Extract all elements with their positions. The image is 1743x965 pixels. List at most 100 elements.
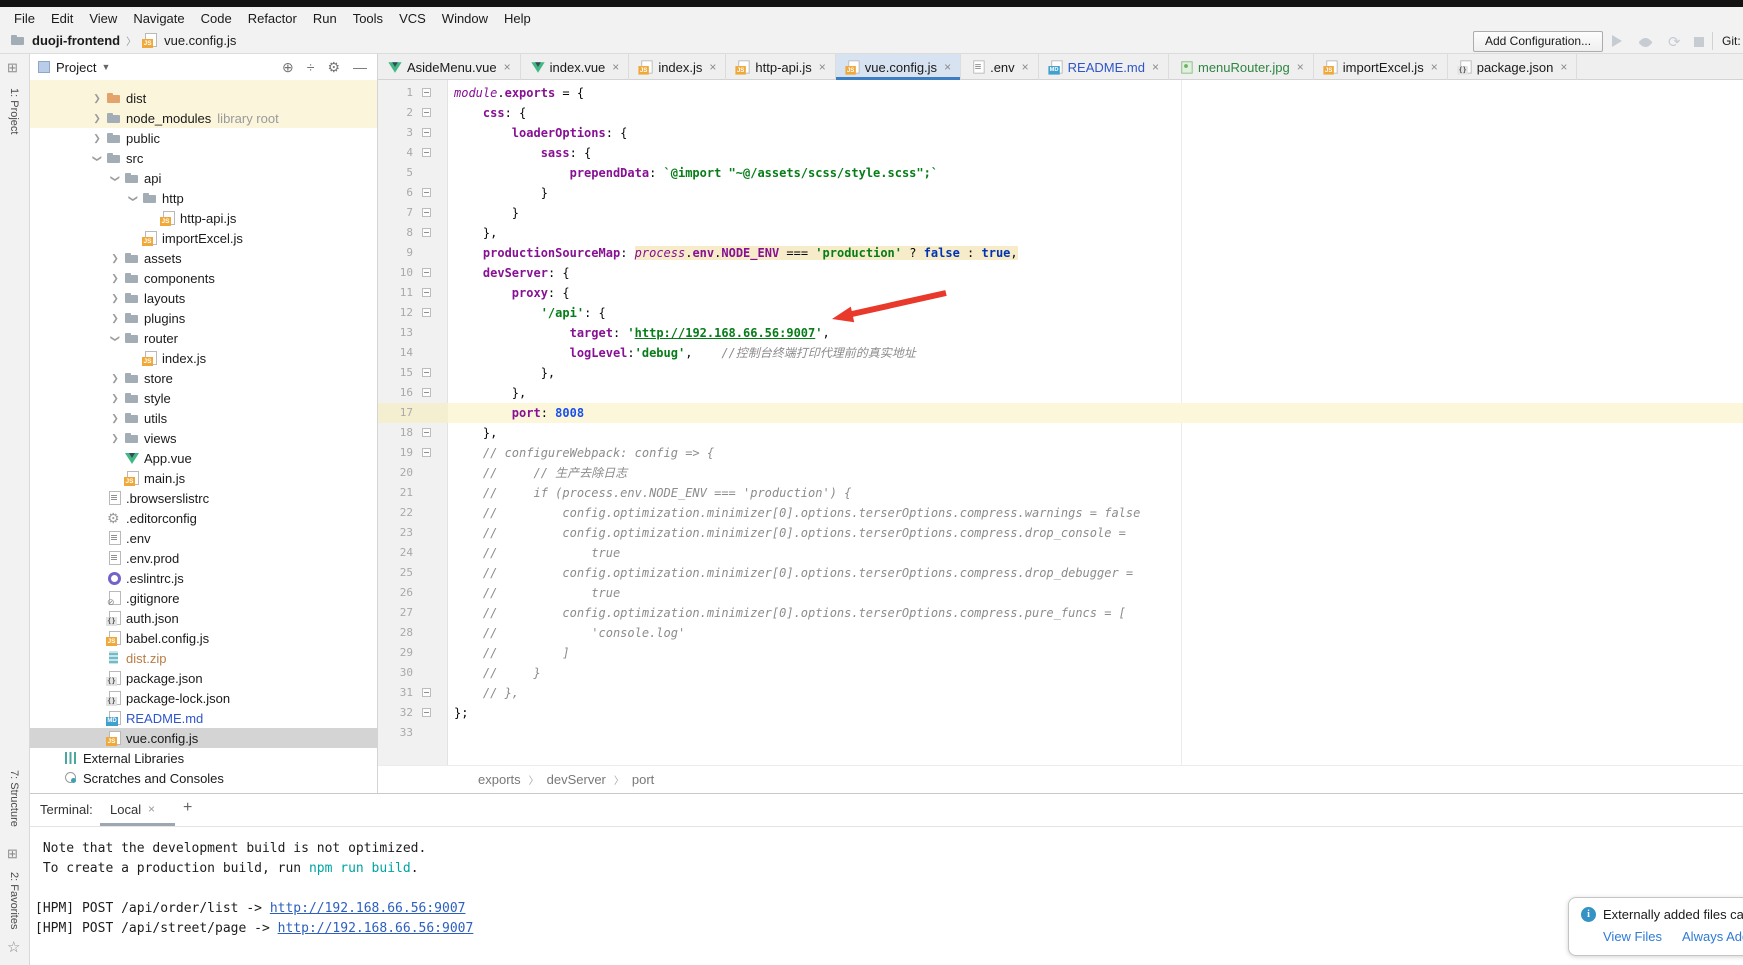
tree-item-.browserslistrc[interactable]: .browserslistrc	[30, 488, 377, 508]
close-icon[interactable]: ×	[148, 802, 155, 816]
terminal-link[interactable]: http://192.168.66.56:9007	[270, 901, 466, 916]
code-line-5[interactable]: 5 prependData: `@import "~@/assets/scss/…	[378, 163, 1743, 183]
notification-action-always-add[interactable]: Always Add	[1682, 929, 1743, 944]
chevron-icon[interactable]: ❯	[88, 93, 106, 104]
chevron-icon[interactable]: ❯	[92, 149, 103, 167]
menu-item-code[interactable]: Code	[193, 11, 240, 26]
menu-item-window[interactable]: Window	[434, 11, 496, 26]
chevron-icon[interactable]: ❯	[106, 393, 124, 404]
code-line-4[interactable]: 4 sass: {	[378, 143, 1743, 163]
menu-item-edit[interactable]: Edit	[43, 11, 81, 26]
close-icon[interactable]: ×	[612, 61, 619, 73]
terminal-tab-local[interactable]: Local	[110, 802, 141, 817]
chevron-icon[interactable]: ❯	[106, 373, 124, 384]
code-line-10[interactable]: 10 devServer: {	[378, 263, 1743, 283]
tree-item-.editorconfig[interactable]: .editorconfig	[30, 508, 377, 528]
tree-item-http[interactable]: ❯http	[30, 188, 377, 208]
stripe-structure-button[interactable]: 7: Structure	[8, 770, 20, 827]
chevron-icon[interactable]: ❯	[110, 329, 121, 347]
code-line-17[interactable]: 17 port: 8008	[378, 403, 1743, 423]
menu-item-tools[interactable]: Tools	[345, 11, 391, 26]
breadcrumb-exports[interactable]: exports	[478, 772, 521, 787]
code-line-28[interactable]: 28 // 'console.log'	[378, 623, 1743, 643]
chevron-icon[interactable]: ❯	[106, 273, 124, 284]
tree-item-public[interactable]: ❯public	[30, 128, 377, 148]
code-line-33[interactable]: 33	[378, 723, 1743, 743]
close-icon[interactable]: ×	[1022, 61, 1029, 73]
fold-marker-icon[interactable]	[422, 268, 431, 277]
tab-http-api.js[interactable]: http-api.js×	[726, 54, 835, 80]
code-line-15[interactable]: 15 },	[378, 363, 1743, 383]
close-icon[interactable]: ×	[504, 61, 511, 73]
tree-item-vue.config.js[interactable]: vue.config.js	[30, 728, 377, 748]
tab-.env[interactable]: .env×	[961, 54, 1039, 80]
fold-marker-icon[interactable]	[422, 228, 431, 237]
fold-marker-icon[interactable]	[422, 368, 431, 377]
code-line-30[interactable]: 30 // }	[378, 663, 1743, 683]
run-icon[interactable]	[1612, 34, 1628, 48]
terminal-output[interactable]: Note that the development build is not o…	[30, 827, 1743, 965]
code-line-21[interactable]: 21 // if (process.env.NODE_ENV === 'prod…	[378, 483, 1743, 503]
tree-item-http-api.js[interactable]: http-api.js	[30, 208, 377, 228]
stripe-favorites-button[interactable]: 2: Favorites	[8, 872, 20, 929]
debug-icon[interactable]	[1640, 34, 1656, 48]
hide-panel-icon[interactable]: —	[353, 59, 367, 75]
code-line-29[interactable]: 29 // ]	[378, 643, 1743, 663]
tree-item-assets[interactable]: ❯assets	[30, 248, 377, 268]
tree-item-package.json[interactable]: package.json	[30, 668, 377, 688]
menu-item-navigate[interactable]: Navigate	[125, 11, 192, 26]
code-line-6[interactable]: 6 }	[378, 183, 1743, 203]
close-icon[interactable]: ×	[1431, 61, 1438, 73]
code-line-24[interactable]: 24 // true	[378, 543, 1743, 563]
tree-item-App.vue[interactable]: App.vue	[30, 448, 377, 468]
tree-item-main.js[interactable]: main.js	[30, 468, 377, 488]
tree-item-layouts[interactable]: ❯layouts	[30, 288, 377, 308]
code-line-3[interactable]: 3 loaderOptions: {	[378, 123, 1743, 143]
tree-item-.env[interactable]: .env	[30, 528, 377, 548]
chevron-icon[interactable]: ❯	[128, 189, 139, 207]
close-icon[interactable]: ×	[1152, 61, 1159, 73]
code-line-26[interactable]: 26 // true	[378, 583, 1743, 603]
code-line-14[interactable]: 14 logLevel:'debug', //控制台终端打印代理前的真实地址	[378, 343, 1743, 363]
menu-item-file[interactable]: File	[6, 11, 43, 26]
star-icon[interactable]: ☆	[7, 938, 20, 956]
tree-item-Scratches and Consoles[interactable]: Scratches and Consoles	[30, 768, 377, 788]
close-icon[interactable]: ×	[709, 61, 716, 73]
close-icon[interactable]: ×	[1297, 61, 1304, 73]
git-branch-label[interactable]: Git:	[1722, 34, 1741, 48]
code-editor[interactable]: 1module.exports = {2 css: {3 loaderOptio…	[378, 80, 1743, 765]
chevron-icon[interactable]: ❯	[106, 313, 124, 324]
code-line-1[interactable]: 1module.exports = {	[378, 83, 1743, 103]
chevron-icon[interactable]: ❯	[88, 133, 106, 144]
breadcrumb-devServer[interactable]: devServer	[547, 772, 606, 787]
fold-marker-icon[interactable]	[422, 388, 431, 397]
fold-marker-icon[interactable]	[422, 448, 431, 457]
tree-item-importExcel.js[interactable]: importExcel.js	[30, 228, 377, 248]
close-icon[interactable]: ×	[1560, 61, 1567, 73]
fold-marker-icon[interactable]	[422, 108, 431, 117]
chevron-icon[interactable]: ❯	[110, 169, 121, 187]
settings-gear-icon[interactable]: ⚙	[327, 59, 340, 76]
chevron-icon[interactable]: ❯	[106, 293, 124, 304]
tree-item-plugins[interactable]: ❯plugins	[30, 308, 377, 328]
code-line-22[interactable]: 22 // config.optimization.minimizer[0].o…	[378, 503, 1743, 523]
tree-item-views[interactable]: ❯views	[30, 428, 377, 448]
code-line-25[interactable]: 25 // config.optimization.minimizer[0].o…	[378, 563, 1743, 583]
collapse-all-icon[interactable]: ÷	[307, 59, 315, 75]
fold-marker-icon[interactable]	[422, 428, 431, 437]
fold-marker-icon[interactable]	[422, 288, 431, 297]
stop-icon[interactable]	[1694, 34, 1710, 48]
code-line-2[interactable]: 2 css: {	[378, 103, 1743, 123]
tab-package.json[interactable]: package.json×	[1448, 54, 1578, 80]
tree-item-dist.zip[interactable]: dist.zip	[30, 648, 377, 668]
fold-marker-icon[interactable]	[422, 88, 431, 97]
tree-item-.gitignore[interactable]: .gitignore	[30, 588, 377, 608]
fold-marker-icon[interactable]	[422, 128, 431, 137]
tree-item-External Libraries[interactable]: External Libraries	[30, 748, 377, 768]
code-line-16[interactable]: 16 },	[378, 383, 1743, 403]
tree-item-dist[interactable]: ❯dist	[30, 88, 377, 108]
tree-item-README.md[interactable]: README.md	[30, 708, 377, 728]
code-line-19[interactable]: 19 // configureWebpack: config => {	[378, 443, 1743, 463]
tab-index.js[interactable]: index.js×	[629, 54, 726, 80]
grid-icon[interactable]: ⊞	[7, 846, 18, 862]
